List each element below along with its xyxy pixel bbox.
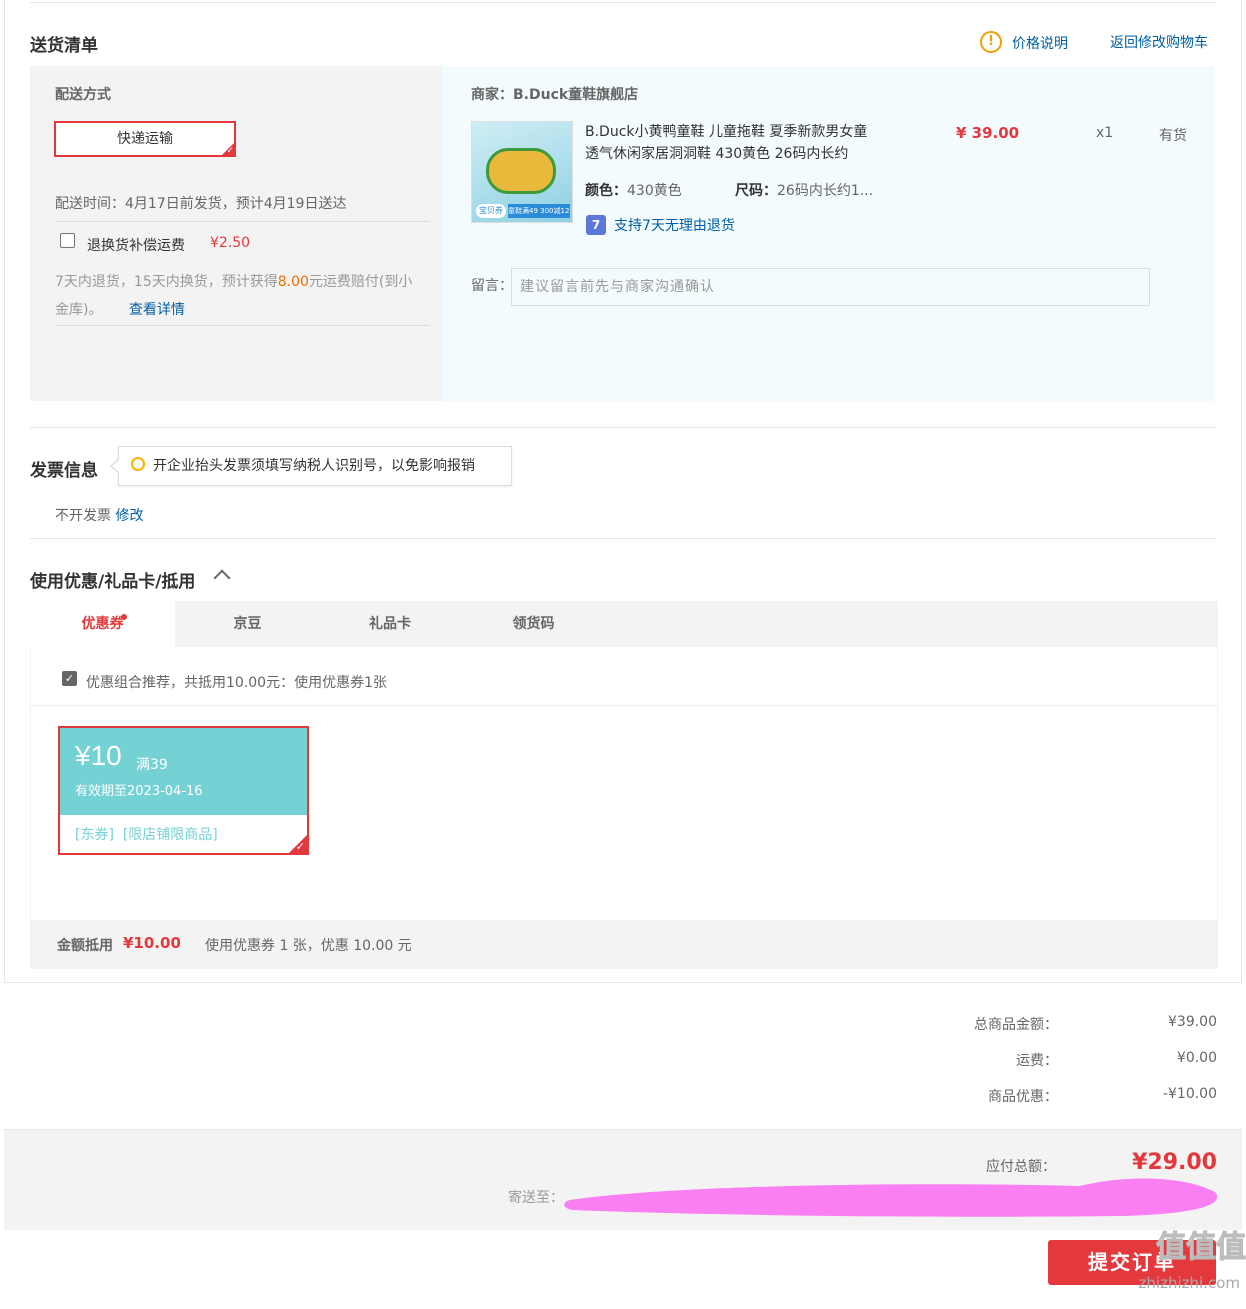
size-label: 尺码： xyxy=(735,183,777,199)
watermark-url: zhizhizhi.com xyxy=(1138,1274,1240,1292)
info-icon: ! xyxy=(980,31,1002,53)
note-label: 留言： xyxy=(471,278,513,294)
product-discount-value: -¥10.00 xyxy=(1162,1086,1217,1102)
shipping-list-title: 送货清单 xyxy=(30,36,98,56)
discount-summary-amount: ¥10.00 xyxy=(123,934,181,952)
tab-coupons[interactable]: 优惠券 xyxy=(30,601,175,647)
desc-part: 7天内退货，15天内换货，预计获得 xyxy=(55,274,278,290)
tab-label: 优惠券 xyxy=(81,616,124,632)
desc-part: 元运费赔付(到小 xyxy=(308,274,413,290)
back-to-cart-link[interactable]: 返回修改购物车 xyxy=(1110,32,1208,52)
check-icon: ✓ xyxy=(226,146,234,156)
return-insurance-label: 退换货补偿运费 xyxy=(87,238,185,254)
product-panel xyxy=(442,66,1215,401)
shipping-fee-value: ¥0.00 xyxy=(1176,1050,1217,1066)
red-dot-icon xyxy=(121,614,127,620)
invoice-status: 不开发票 修改 xyxy=(55,505,143,525)
discount-summary-desc: 使用优惠券 1 张，优惠 10.00 元 xyxy=(205,938,412,954)
tab-jingdou[interactable]: 京豆 xyxy=(175,601,320,647)
invoice-tip-text: 开企业抬头发票须填写纳税人识别号，以免影响报销 xyxy=(153,458,475,474)
product-price: ¥ 39.00 xyxy=(956,124,1020,142)
product-thumbnail[interactable]: 宝贝券 童鞋满49 300减120 xyxy=(471,121,573,223)
return-insurance-checkbox[interactable] xyxy=(60,233,75,248)
product-size: 尺码：26码内长约1... xyxy=(735,180,873,200)
recommend-combo-text: 优惠组合推荐，共抵用10.00元：使用优惠券1张 xyxy=(86,675,387,691)
coupon-amount: ¥10 xyxy=(75,740,122,771)
view-details-link[interactable]: 查看详情 xyxy=(129,302,185,318)
divider xyxy=(30,427,1216,428)
divider xyxy=(55,221,430,222)
divider xyxy=(30,705,1218,706)
stock-status: 有货 xyxy=(1159,128,1187,144)
delivery-method-label: 配送方式 xyxy=(55,87,111,103)
merchant-name: B.Duck童鞋旗舰店 xyxy=(513,87,639,103)
product-quantity: x1 xyxy=(1096,125,1114,141)
return-insurance-price: ¥2.50 xyxy=(210,235,251,251)
color-label: 颜色： xyxy=(585,183,627,199)
color-value: 430黄色 xyxy=(627,183,682,199)
divider xyxy=(55,325,430,326)
delivery-panel xyxy=(30,66,442,401)
ship-to-label: 寄送至： xyxy=(508,1190,564,1206)
merchant-label: 商家： xyxy=(471,87,513,103)
img-banner: 童鞋满49 300减120 xyxy=(508,204,570,218)
coupon-tags: [东券] [限店铺限商品] xyxy=(75,827,218,843)
product-title-line: 透气休闲家居洞洞鞋 430黄色 26码内长约 xyxy=(585,146,849,162)
size-value: 26码内长约1... xyxy=(777,183,874,199)
compensation-amount: 8.00 xyxy=(277,274,309,290)
watermark-logo-text: 值值值 xyxy=(1156,1230,1246,1266)
divider xyxy=(30,538,1216,539)
site-watermark: 值值值 zhizhizhi.com xyxy=(1096,1226,1246,1309)
order-note-input[interactable]: 建议留言前先与商家沟通确认 xyxy=(511,268,1150,306)
desc-part: 金库)。 xyxy=(55,302,103,318)
invoice-title: 发票信息 xyxy=(30,461,98,481)
goods-total-label: 总商品金额： xyxy=(974,1017,1058,1033)
redacted-address xyxy=(564,1178,1218,1217)
goods-total-value: ¥39.00 xyxy=(1168,1014,1217,1030)
tab-gift-card[interactable]: 礼品卡 xyxy=(320,601,460,647)
discount-summary-label: 金额抵用 xyxy=(57,938,113,954)
invoice-tip: 开企业抬头发票须填写纳税人识别号，以免影响报销 xyxy=(118,446,512,486)
coupon-condition: 满39 xyxy=(136,757,168,773)
express-option-label: 快递运输 xyxy=(117,131,173,147)
coupon-card[interactable]: ¥10 满39 有效期至2023-04-16 [东券] [限店铺限商品] ✓ xyxy=(58,726,309,855)
invoice-status-text: 不开发票 xyxy=(55,508,111,524)
shoe-image xyxy=(486,148,556,194)
price-explain-link[interactable]: 价格说明 xyxy=(1012,33,1068,53)
product-title-link[interactable]: B.Duck小黄鸭童鞋 儿童拖鞋 夏季新款男女童 透气休闲家居洞洞鞋 430黄色… xyxy=(585,121,895,165)
discount-tabs: 优惠券 京豆 礼品卡 领货码 xyxy=(30,601,1218,647)
product-color: 颜色：430黄色 xyxy=(585,180,682,200)
discounts-title[interactable]: 使用优惠/礼品卡/抵用 xyxy=(30,567,195,592)
shipping-fee-label: 运费： xyxy=(1016,1053,1058,1069)
top-divider xyxy=(30,2,1216,3)
express-shipping-option[interactable]: 快递运输 ✓ xyxy=(54,121,236,157)
invoice-edit-link[interactable]: 修改 xyxy=(115,508,143,524)
product-title-line: B.Duck小黄鸭童鞋 儿童拖鞋 夏季新款男女童 xyxy=(585,124,868,140)
tab-redeem-code[interactable]: 领货码 xyxy=(460,601,607,647)
delivery-time: 配送时间：4月17日前发货，预计4月19日送达 xyxy=(55,196,347,212)
coupon-validity: 有效期至2023-04-16 xyxy=(75,784,203,799)
check-icon: ✓ xyxy=(295,840,305,853)
coupon-header: ¥10 满39 有效期至2023-04-16 xyxy=(60,728,307,815)
lightbulb-icon xyxy=(131,457,145,471)
return-insurance-desc: 7天内退货，15天内换货，预计获得8.00元运费赔付(到小 金库)。 查看详情 xyxy=(55,268,435,324)
product-discount-label: 商品优惠： xyxy=(988,1089,1058,1105)
img-badge: 宝贝券 xyxy=(476,204,506,218)
tooltip-arrow-inner xyxy=(112,459,120,473)
seven-day-return-icon: 7 xyxy=(586,215,606,235)
recommend-combo-checkbox[interactable]: ✓ xyxy=(62,671,77,686)
return-policy-text: 支持7天无理由退货 xyxy=(614,218,735,234)
merchant-row: 商家：B.Duck童鞋旗舰店 xyxy=(471,84,638,104)
